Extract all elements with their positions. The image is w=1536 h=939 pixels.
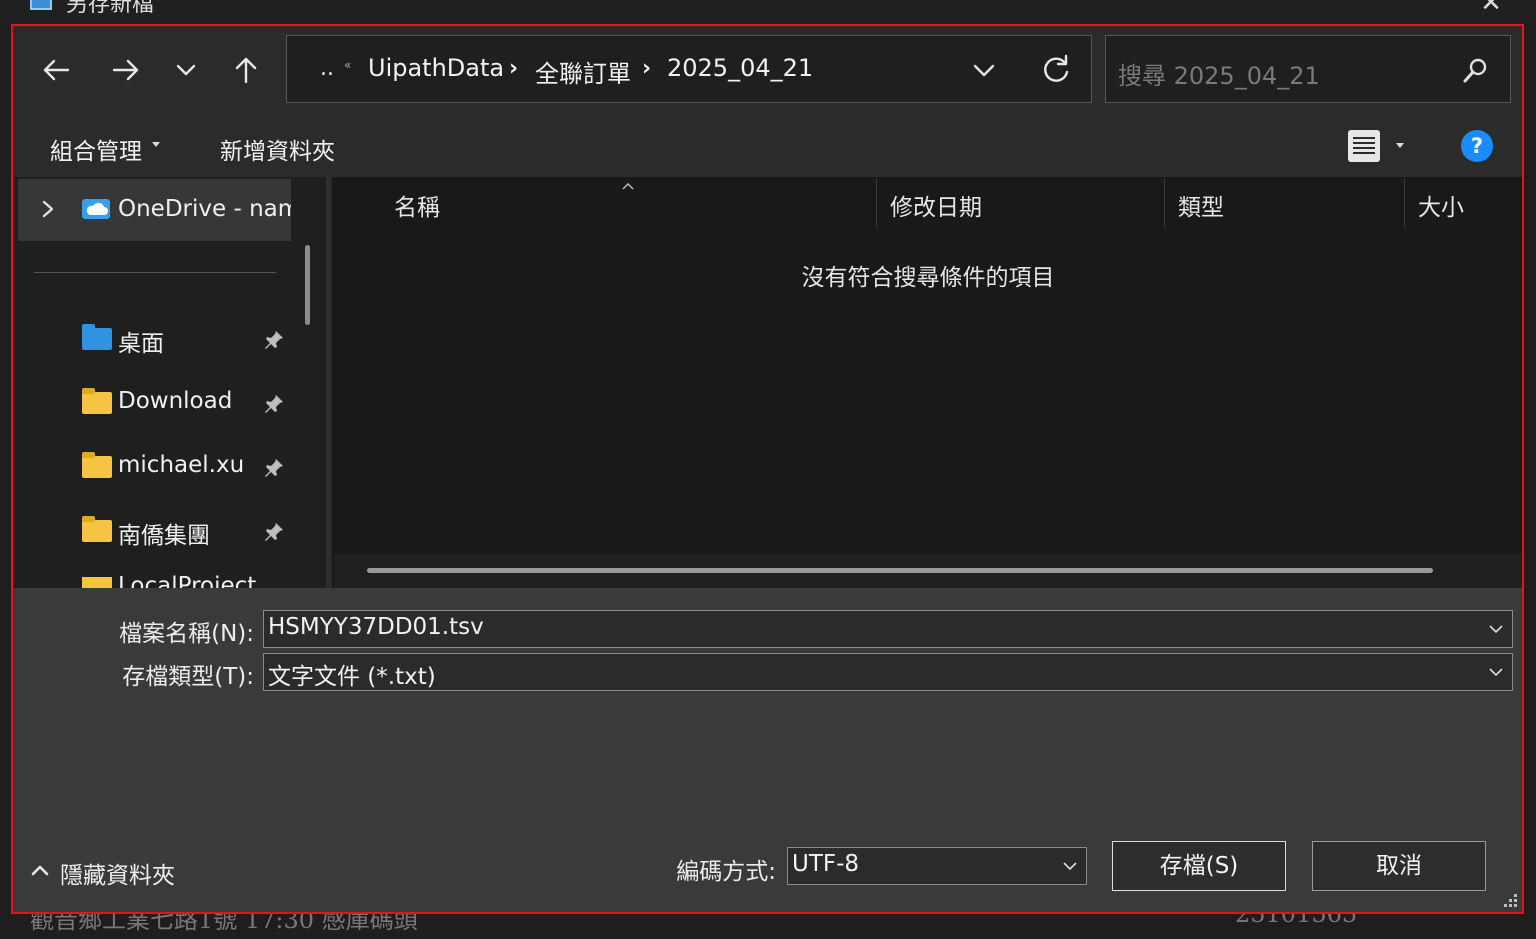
empty-list-message: 沒有符合搜尋條件的項目	[801, 265, 1055, 291]
chevron-down-icon[interactable]	[1488, 664, 1504, 680]
file-list[interactable]	[332, 177, 1524, 588]
view-line	[1353, 152, 1375, 154]
recent-locations-button[interactable]	[164, 48, 208, 92]
partial-nav-item: LocalProject	[118, 573, 257, 588]
close-icon[interactable]: ✕	[1476, 0, 1506, 16]
chevron-down-icon	[973, 64, 995, 77]
resize-grip-icon[interactable]	[1500, 892, 1520, 912]
pin-icon[interactable]	[262, 456, 286, 480]
column-name[interactable]: 名稱	[394, 188, 440, 222]
folder-icon	[82, 516, 112, 542]
horizontal-scrollbar-thumb[interactable]	[367, 568, 1433, 573]
nav-scrollbar[interactable]	[300, 177, 328, 588]
column-divider[interactable]	[1164, 179, 1165, 227]
filename-input[interactable]: HSMYY37DD01.tsv	[268, 614, 484, 640]
forward-button[interactable]	[104, 48, 148, 92]
pane-splitter[interactable]	[326, 177, 330, 588]
forward-arrow-icon	[112, 59, 139, 81]
breadcrumb-orders[interactable]: 全聯訂單	[535, 54, 631, 89]
nav-item-michael-xu[interactable]: michael.xu	[118, 452, 244, 478]
filename-label: 檔案名稱(N):	[119, 621, 254, 647]
breadcrumb-overflow[interactable]: ..	[320, 56, 334, 81]
view-dropdown-caret-icon[interactable]	[1396, 143, 1404, 148]
folder-icon	[82, 577, 112, 588]
refresh-button[interactable]	[1038, 50, 1074, 90]
caret-down-icon	[152, 142, 160, 147]
help-icon[interactable]: ?	[1461, 130, 1493, 162]
encoding-value[interactable]: UTF-8	[792, 851, 859, 877]
column-divider[interactable]	[1404, 179, 1405, 227]
filetype-select[interactable]	[263, 653, 1513, 691]
column-type[interactable]: 類型	[1178, 188, 1224, 222]
nav-scrollbar-thumb[interactable]	[305, 245, 310, 325]
breadcrumb-date-folder[interactable]: 2025_04_21	[667, 54, 813, 82]
up-arrow-icon	[235, 57, 257, 84]
sort-ascending-icon	[622, 176, 634, 190]
organize-menu-button[interactable]: 組合管理	[50, 132, 142, 166]
chevron-down-icon	[176, 64, 196, 76]
chevron-down-icon[interactable]	[1488, 621, 1504, 637]
nav-item-nanqiao-group[interactable]: 南僑集團	[118, 516, 210, 550]
title-bar	[0, 0, 1536, 24]
expand-chevron-icon[interactable]	[38, 196, 58, 228]
encoding-label: 編碼方式:	[676, 859, 776, 885]
cancel-button[interactable]: 取消	[1312, 841, 1486, 891]
column-modified-date[interactable]: 修改日期	[890, 188, 982, 222]
nav-item-desktop[interactable]: 桌面	[118, 324, 164, 358]
breadcrumb-separator[interactable]: ›	[509, 56, 518, 81]
up-button[interactable]	[224, 48, 268, 92]
breadcrumb-uipathdata[interactable]: UipathData	[368, 54, 504, 82]
view-options-icon[interactable]	[1348, 130, 1380, 162]
pin-icon[interactable]	[262, 328, 286, 352]
onedrive-cloud-icon	[82, 199, 110, 219]
filetype-value[interactable]: 文字文件 (*.txt)	[268, 657, 436, 691]
back-button[interactable]	[34, 48, 78, 92]
new-folder-button[interactable]: 新增資料夾	[220, 132, 335, 166]
breadcrumb-overflow-chevron: «	[344, 58, 352, 72]
pin-icon[interactable]	[262, 520, 286, 544]
back-arrow-icon	[43, 59, 70, 81]
column-size[interactable]: 大小	[1418, 188, 1464, 222]
column-divider[interactable]	[876, 179, 877, 227]
nav-item-onedrive-label: OneDrive - name	[118, 196, 291, 222]
view-line	[1353, 147, 1375, 149]
save-button[interactable]: 存檔(S)	[1112, 841, 1286, 891]
notepad-app-icon	[30, 0, 52, 10]
folder-icon	[82, 388, 112, 414]
nav-divider	[34, 272, 276, 273]
filetype-label: 存檔類型(T):	[122, 664, 254, 690]
chevron-down-icon[interactable]	[1062, 858, 1078, 874]
nav-item-download[interactable]: Download	[118, 388, 232, 414]
search-placeholder: 搜尋 2025_04_21	[1118, 62, 1320, 90]
hide-folders-button[interactable]: 隱藏資料夾	[60, 856, 175, 890]
address-history-dropdown[interactable]	[968, 52, 1000, 88]
view-line	[1353, 142, 1375, 144]
refresh-icon	[1044, 54, 1069, 82]
breadcrumb-separator[interactable]: ›	[642, 56, 651, 81]
search-icon[interactable]	[1460, 56, 1490, 86]
pin-icon[interactable]	[262, 392, 286, 416]
chevron-up-icon[interactable]	[30, 862, 50, 878]
folder-icon	[82, 452, 112, 478]
desktop-folder-icon	[82, 324, 112, 350]
view-line	[1353, 137, 1375, 139]
window-title: 另存新檔	[66, 0, 155, 17]
